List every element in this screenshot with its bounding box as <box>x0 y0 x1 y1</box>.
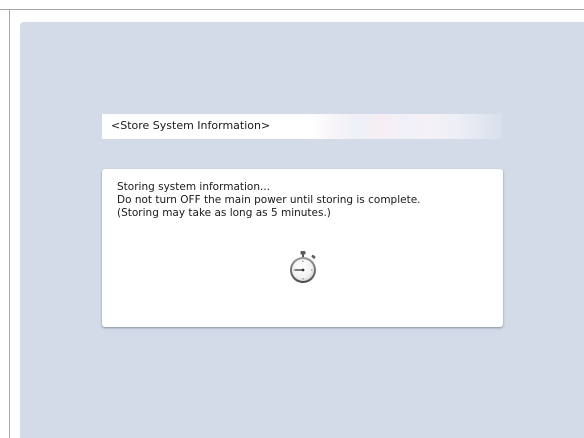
left-border <box>9 9 10 438</box>
message-line-warning: Do not turn OFF the main power until sto… <box>117 194 421 206</box>
top-border <box>0 9 584 10</box>
message-line-storing: Storing system information... <box>117 181 271 193</box>
message-line-duration: (Storing may take as long as 5 minutes.) <box>117 207 331 219</box>
stopwatch-icon <box>290 251 316 283</box>
dialog-title-bar: <Store System Information> <box>102 114 502 139</box>
window-frame: <Store System Information> Storing syste… <box>0 0 584 438</box>
message-panel: Storing system information... Do not tur… <box>102 169 503 327</box>
dialog-title: <Store System Information> <box>111 119 271 132</box>
